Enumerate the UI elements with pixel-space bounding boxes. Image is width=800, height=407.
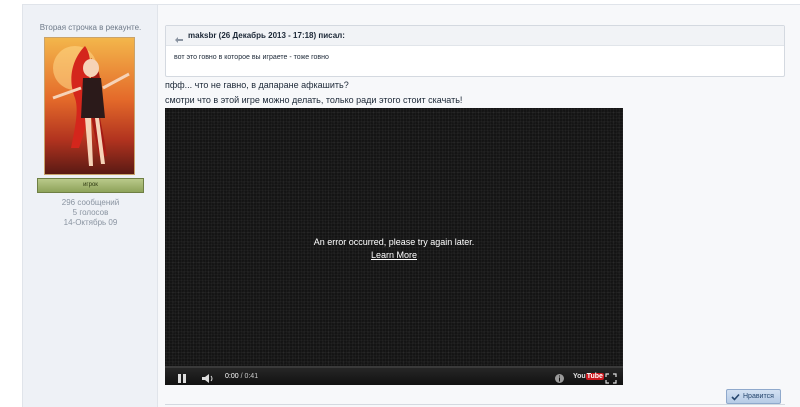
info-icon[interactable] bbox=[554, 371, 565, 389]
author-title: Вторая строчка в рекаунте. bbox=[39, 23, 142, 32]
pause-icon[interactable] bbox=[177, 371, 187, 389]
post-count: 296 сообщений bbox=[61, 198, 120, 207]
author-stats: 296 сообщений 5 голосов 14-Октябрь 09 bbox=[23, 198, 158, 228]
avatar[interactable] bbox=[44, 37, 135, 175]
learn-more-link[interactable]: Learn More bbox=[371, 249, 417, 262]
group-badge: игрок bbox=[37, 178, 144, 193]
current-time: 0:00 bbox=[225, 373, 239, 380]
youtube-logo-you: You bbox=[573, 373, 586, 380]
quote-block: maksbr (26 Декабрь 2013 - 17:18) писал: … bbox=[165, 25, 785, 77]
quote-header: maksbr (26 Декабрь 2013 - 17:18) писал: bbox=[166, 26, 784, 46]
post-text-line-2: смотри что в этой игре можно делать, тол… bbox=[165, 95, 463, 105]
like-label: Нравится bbox=[743, 393, 774, 400]
like-button[interactable]: Нравится bbox=[726, 389, 781, 404]
divider bbox=[165, 404, 785, 405]
page: Вторая строчка в рекаунте. игрок 296 соо… bbox=[0, 0, 800, 407]
youtube-logo[interactable]: YouTube bbox=[573, 372, 604, 381]
author-panel: Вторая строчка в рекаунте. игрок 296 соо… bbox=[23, 5, 158, 407]
quote-author[interactable]: maksbr (26 Декабрь 2013 - 17:18) писал: bbox=[188, 31, 345, 40]
video-controls: 0:00 / 0:41 YouTube bbox=[165, 368, 623, 385]
join-date: 14-Октябрь 09 bbox=[63, 218, 118, 227]
youtube-logo-tube: Tube bbox=[585, 373, 604, 380]
quote-icon bbox=[174, 32, 184, 43]
video-time: 0:00 / 0:41 bbox=[225, 371, 258, 382]
duration: / 0:41 bbox=[240, 373, 259, 380]
video-player[interactable]: An error occurred, please try again late… bbox=[165, 108, 623, 385]
fullscreen-icon[interactable] bbox=[605, 371, 617, 389]
post-text-line-1: пфф... что не гавно, в дапаране афкашить… bbox=[165, 80, 349, 90]
quote-text: вот это говно в которое вы играете - тож… bbox=[174, 54, 329, 61]
error-message: An error occurred, please try again late… bbox=[313, 237, 475, 247]
vote-count: 5 голосов bbox=[72, 208, 109, 217]
volume-icon[interactable] bbox=[201, 371, 215, 389]
video-error: An error occurred, please try again late… bbox=[165, 236, 623, 262]
